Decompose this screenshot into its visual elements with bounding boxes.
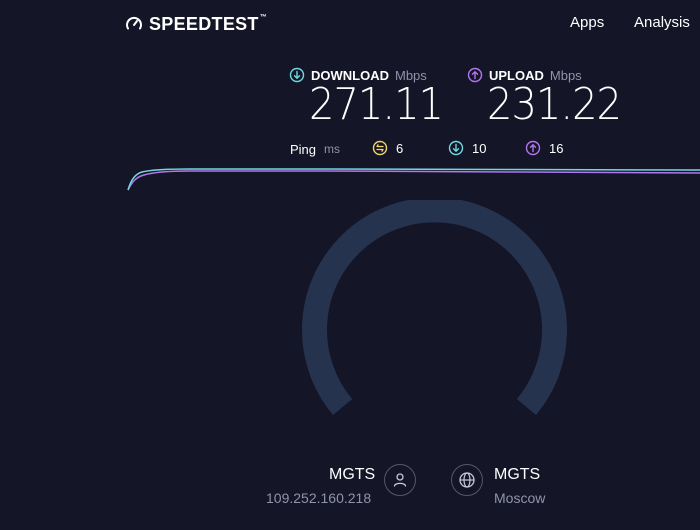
nav-analysis-link[interactable]: Analysis (634, 14, 690, 31)
speed-graph (127, 168, 700, 191)
ping-unit: ms (324, 142, 340, 156)
provider-ip: 109.252.160.218 (266, 490, 372, 506)
ping-upload-icon (525, 140, 541, 156)
globe-icon-glyph (459, 472, 475, 488)
globe-icon[interactable] (451, 464, 483, 496)
ping-download: 10 (448, 140, 486, 156)
download-speed-value: 271.11 (309, 80, 444, 130)
ping-label: Ping (290, 142, 317, 157)
upload-graph-line (127, 170, 700, 191)
ping-download-icon (448, 140, 464, 156)
ping-upload-value: 16 (549, 140, 564, 156)
provider-name: MGTS (329, 466, 376, 483)
speed-gauge (302, 200, 567, 416)
ping-idle-icon (372, 140, 388, 156)
server-location: Moscow (494, 490, 546, 506)
ping-row: Ping ms 6 10 16 (290, 140, 590, 160)
upload-speed-value: 231.22 (487, 80, 622, 130)
server-name[interactable]: MGTS (494, 466, 540, 484)
gauge-track (302, 200, 567, 416)
logo-text: SPEEDTEST™ (149, 13, 268, 34)
speedometer-icon (126, 16, 142, 30)
ping-upload: 16 (525, 140, 563, 156)
ping-idle: 6 (372, 140, 403, 156)
ping-download-value: 10 (472, 140, 487, 156)
download-arrow-icon (289, 67, 305, 83)
nav-apps-link[interactable]: Apps (570, 14, 604, 31)
user-icon-glyph (393, 473, 407, 487)
speedtest-logo[interactable]: SPEEDTEST™ (125, 12, 267, 36)
user-icon[interactable] (384, 464, 416, 496)
upload-arrow-icon (467, 67, 483, 83)
ping-idle-value: 6 (396, 140, 404, 156)
